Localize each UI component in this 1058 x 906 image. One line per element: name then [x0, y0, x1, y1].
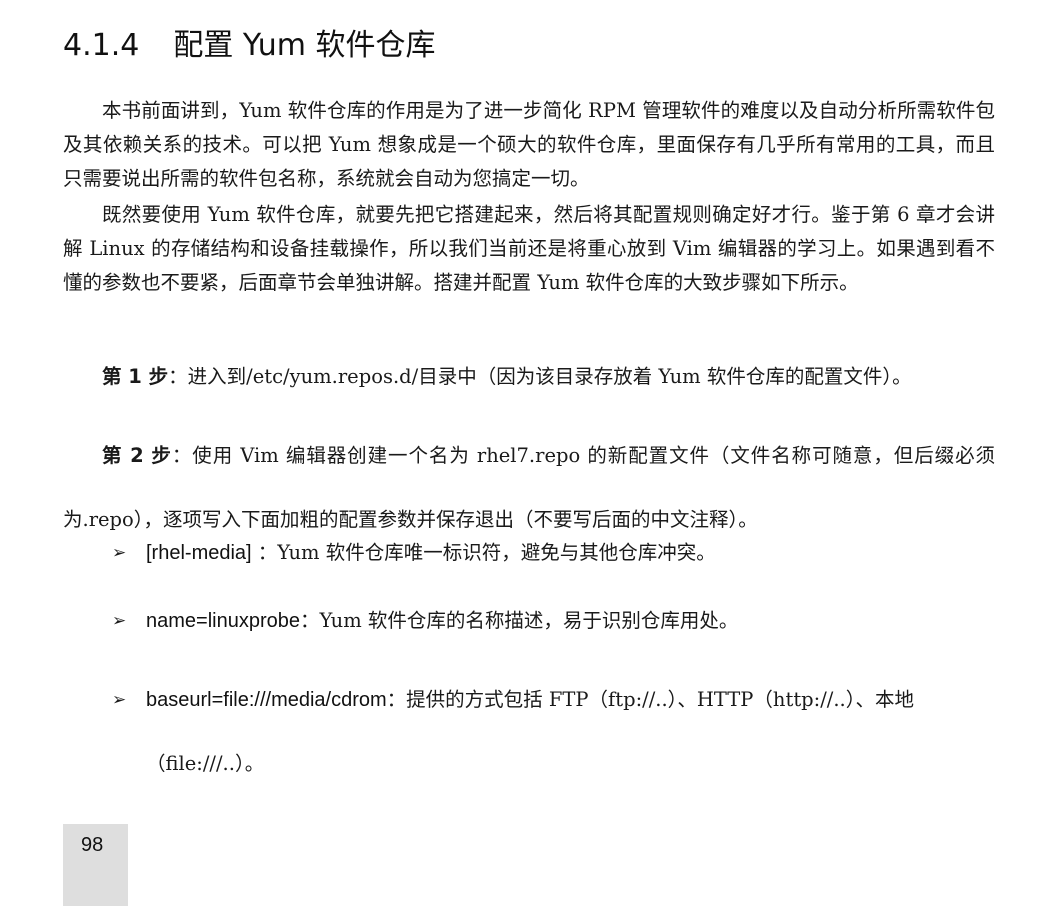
arrow-bullet-icon: ➢: [112, 611, 127, 631]
config-parameter: [rhel-media]: [146, 542, 252, 564]
paragraph-text: 既然要使用 Yum 软件仓库，就要先把它搭建起来，然后将其配置规则确定好才行。鉴…: [63, 203, 995, 294]
section-title: 配置 Yum 软件仓库: [173, 28, 436, 63]
bullet-description: ：Yum 软件仓库的名称描述，易于识别仓库用处。: [300, 609, 739, 632]
bullet-content: [rhel-media] ：Yum 软件仓库唯一标识符，避免与其他仓库冲突。: [146, 533, 996, 573]
step-label: 第 1 步: [102, 365, 169, 388]
page-number-tab: 98: [63, 824, 128, 906]
section-number: 4.1.4: [63, 28, 140, 63]
section-heading: 4.1.4 配置 Yum 软件仓库: [63, 24, 436, 68]
bullet-item-repo-id: ➢ [rhel-media] ：Yum 软件仓库唯一标识符，避免与其他仓库冲突。: [112, 533, 996, 573]
bullet-description: ：Yum 软件仓库唯一标识符，避免与其他仓库冲突。: [251, 541, 716, 564]
page-number: 98: [81, 834, 104, 856]
setup-paragraph: 既然要使用 Yum 软件仓库，就要先把它搭建起来，然后将其配置规则确定好才行。鉴…: [63, 198, 995, 300]
bullet-content: baseurl=file:///media/cdrom：提供的方式包括 FTP（…: [146, 668, 996, 796]
book-page: 4.1.4 配置 Yum 软件仓库 本书前面讲到，Yum 软件仓库的作用是为了进一…: [0, 0, 1058, 906]
step-1: 第 1 步：进入到/etc/yum.repos.d/目录中（因为该目录存放着 Y…: [63, 357, 995, 397]
config-parameter: baseurl=file:///media/cdrom: [146, 689, 387, 711]
bullet-content: name=linuxprobe：Yum 软件仓库的名称描述，易于识别仓库用处。: [146, 601, 996, 641]
paragraph-text: 本书前面讲到，Yum 软件仓库的作用是为了进一步简化 RPM 管理软件的难度以及…: [63, 99, 995, 190]
arrow-bullet-icon: ➢: [112, 690, 127, 710]
intro-paragraph: 本书前面讲到，Yum 软件仓库的作用是为了进一步简化 RPM 管理软件的难度以及…: [63, 94, 995, 196]
step-text: ：使用 Vim 编辑器创建一个名为 rhel7.repo 的新配置文件（文件名称…: [63, 444, 996, 531]
bullet-item-baseurl: ➢ baseurl=file:///media/cdrom：提供的方式包括 FT…: [112, 668, 996, 796]
config-parameter: name=linuxprobe: [146, 610, 300, 632]
step-text: ：进入到/etc/yum.repos.d/目录中（因为该目录存放着 Yum 软件…: [168, 365, 912, 388]
step-label: 第 2 步: [102, 444, 172, 467]
arrow-bullet-icon: ➢: [112, 543, 127, 563]
bullet-item-name: ➢ name=linuxprobe：Yum 软件仓库的名称描述，易于识别仓库用处…: [112, 601, 996, 641]
